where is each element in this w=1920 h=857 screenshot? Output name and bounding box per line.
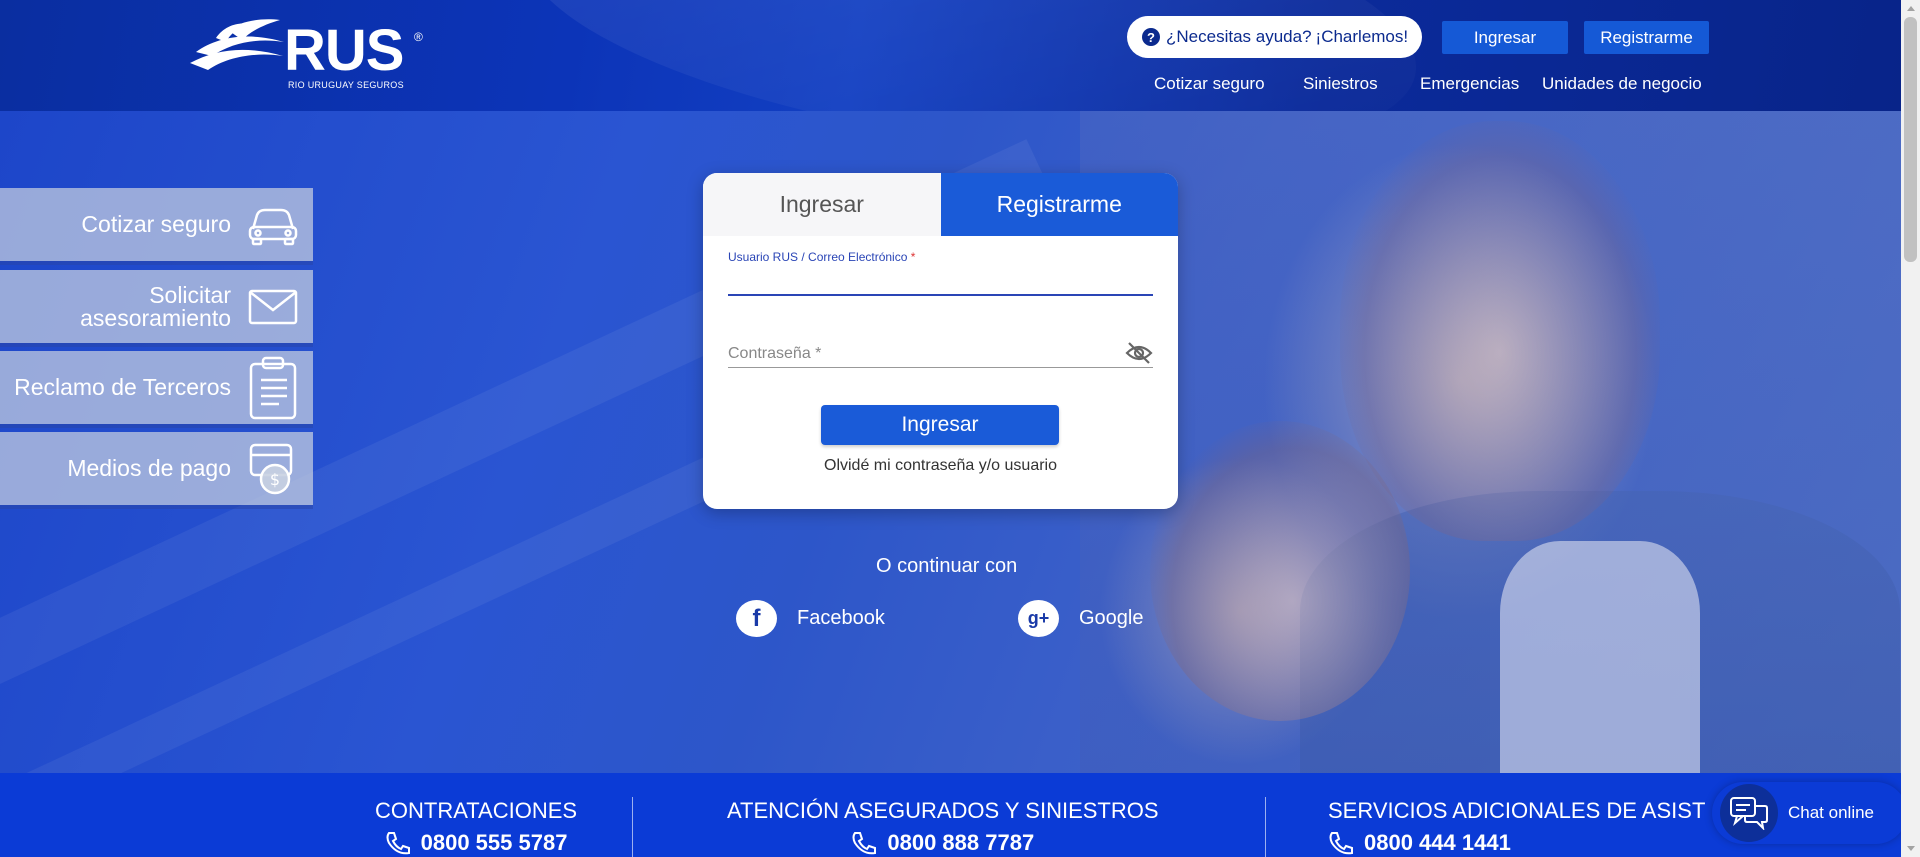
google-login-button[interactable]: g+ Google (1018, 600, 1144, 637)
contact-footer: CONTRATACIONES 0800 555 5787 ATENCIÓN AS… (0, 773, 1901, 857)
logo-subtitle: RIO URUGUAY SEGUROS (288, 80, 404, 90)
footer-servicios-adicionales: SERVICIOS ADICIONALES DE ASIST 0800 444 … (1328, 798, 1705, 856)
facebook-login-button[interactable]: f Facebook (736, 600, 885, 637)
chat-online-button[interactable]: Chat online (1712, 782, 1907, 844)
login-tabs: Ingresar Registrarme (703, 173, 1178, 236)
page-scrollbar[interactable] (1901, 0, 1920, 857)
question-icon: ? (1142, 28, 1160, 46)
scrollbar-thumb[interactable] (1904, 17, 1917, 262)
scroll-up-arrow-icon[interactable] (1901, 0, 1920, 17)
header-login-button[interactable]: Ingresar (1442, 21, 1568, 54)
password-field: Contraseña * (728, 342, 1153, 368)
phone-icon (851, 831, 877, 855)
nav-unidades-de-negocio[interactable]: Unidades de negocio (1542, 74, 1702, 94)
header-register-button[interactable]: Registrarme (1584, 21, 1709, 54)
chat-bubbles-icon (1720, 784, 1778, 842)
footer-phone-link[interactable]: 0800 888 7787 (727, 830, 1159, 856)
footer-contrataciones: CONTRATACIONES 0800 555 5787 (375, 798, 577, 856)
help-cta-text: ¡Charlemos! (1315, 27, 1409, 46)
site-header: RUS ® RIO URUGUAY SEGUROS ? ¿Necesitas a… (0, 0, 1901, 111)
footer-phone-link[interactable]: 0800 555 5787 (375, 830, 577, 856)
hero-photo-man (1340, 121, 1660, 541)
hero-photo-tee (1500, 541, 1700, 773)
password-underline (728, 367, 1153, 368)
username-input[interactable] (728, 270, 1153, 296)
side-item-label: Reclamo de Terceros (14, 374, 231, 400)
continue-with-label: O continuar con (876, 555, 1018, 577)
nav-emergencias[interactable]: Emergencias (1420, 74, 1519, 94)
svg-text:$: $ (270, 470, 280, 489)
registered-mark: ® (414, 30, 423, 44)
envelope-icon (247, 281, 299, 333)
side-item-cotizar-seguro[interactable]: Cotizar seguro (0, 188, 313, 261)
clipboard-icon (247, 356, 299, 419)
car-icon (247, 199, 299, 251)
footer-title: SERVICIOS ADICIONALES DE ASIST (1328, 798, 1706, 823)
side-item-solicitar-asesoramiento[interactable]: Solicitar asesoramiento (0, 270, 313, 343)
side-item-label: Cotizar seguro (81, 211, 231, 237)
username-field: Usuario RUS / Correo Electrónico * (728, 250, 1153, 296)
google-plus-icon: g+ (1018, 600, 1059, 637)
facebook-label: Facebook (797, 607, 885, 629)
nav-siniestros[interactable]: Siniestros (1303, 74, 1378, 94)
forgot-password-link[interactable]: Olvidé mi contraseña y/o usuario (703, 457, 1178, 475)
phone-icon (385, 831, 411, 855)
footer-divider (1265, 797, 1266, 857)
nav-cotizar-seguro[interactable]: Cotizar seguro (1154, 74, 1265, 94)
toggle-password-visibility-icon[interactable] (1125, 341, 1153, 365)
footer-phone-link[interactable]: 0800 444 1441 (1328, 830, 1705, 856)
side-item-medios-de-pago[interactable]: Medios de pago $ (0, 432, 313, 505)
google-label: Google (1079, 607, 1144, 629)
footer-title: ATENCIÓN ASEGURADOS Y SINIESTROS (727, 798, 1159, 823)
tab-ingresar[interactable]: Ingresar (703, 173, 941, 236)
hero-photo-boy (1150, 421, 1410, 721)
footer-divider (632, 797, 633, 857)
tab-registrarme[interactable]: Registrarme (940, 173, 1178, 236)
rus-logo[interactable]: RUS ® RIO URUGUAY SEGUROS (188, 18, 428, 92)
footer-atencion-asegurados: ATENCIÓN ASEGURADOS Y SINIESTROS 0800 88… (727, 798, 1159, 856)
chat-label: Chat online (1788, 803, 1875, 822)
side-item-reclamo-de-terceros[interactable]: Reclamo de Terceros (0, 351, 313, 424)
login-submit-button[interactable]: Ingresar (821, 405, 1059, 445)
password-input[interactable]: Contraseña * (728, 345, 1153, 363)
help-chat-button[interactable]: ? ¿Necesitas ayuda? ¡Charlemos! (1127, 16, 1422, 58)
side-item-label: Solicitar asesoramiento (80, 281, 231, 331)
help-question-text: ¿Necesitas ayuda? (1166, 27, 1312, 46)
username-label: Usuario RUS / Correo Electrónico * (728, 250, 916, 264)
facebook-icon: f (736, 600, 777, 637)
scroll-down-arrow-icon[interactable] (1901, 840, 1920, 857)
phone-icon (1328, 831, 1354, 855)
logo-wordmark: RUS (284, 18, 404, 83)
login-card: Ingresar Registrarme Usuario RUS / Corre… (703, 173, 1178, 509)
wallet-icon: $ (247, 443, 299, 495)
side-item-label: Medios de pago (67, 455, 231, 481)
footer-title: CONTRATACIONES (375, 798, 578, 823)
wings-logo-icon (190, 19, 284, 70)
